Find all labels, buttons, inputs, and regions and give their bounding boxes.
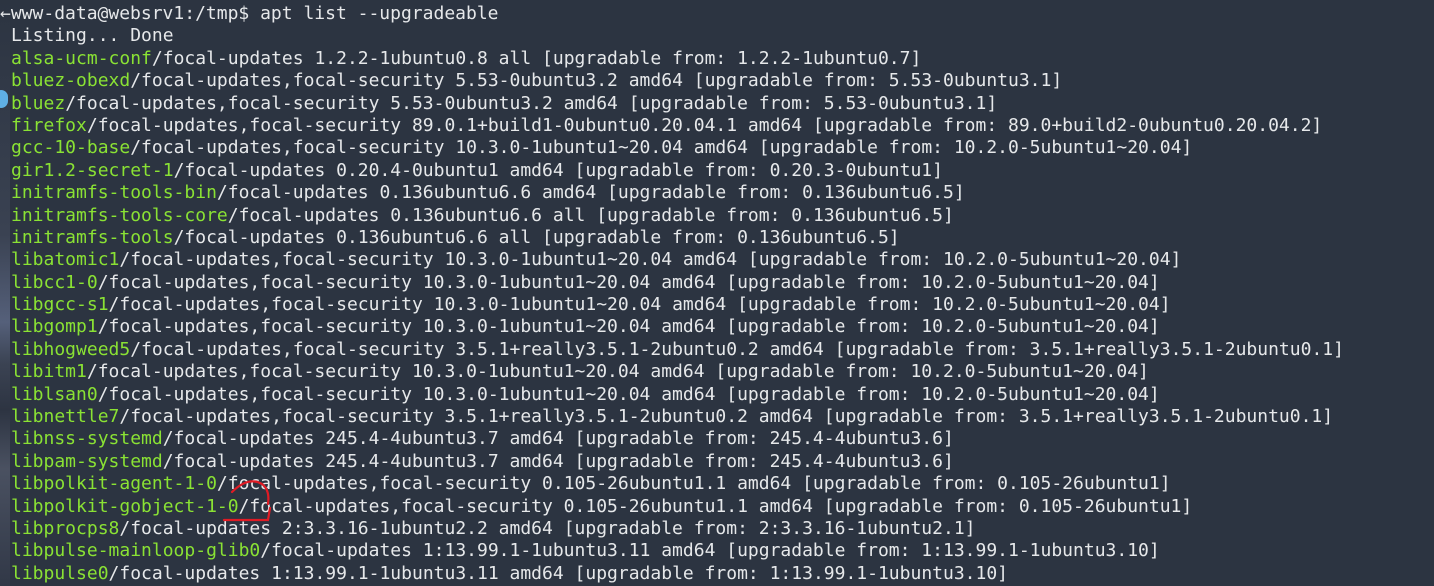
package-name: libpam-systemd [11, 450, 163, 472]
package-line: gcc-10-base/focal-updates,focal-security… [11, 137, 1434, 159]
package-name: libatomic1 [11, 249, 120, 271]
package-details: /focal-updates,focal-security 10.3.0-1ub… [97, 316, 1160, 338]
package-name: libprocps8 [11, 517, 120, 539]
arrow-icon: ← [0, 3, 11, 24]
terminal-window[interactable]: ←www-data@websrv1:/tmp$ apt list --upgra… [0, 0, 1434, 586]
package-details: /focal-updates 1:13.99.1-1ubuntu3.11 amd… [108, 562, 1009, 584]
package-name: libpolkit-gobject-1-0 [11, 495, 239, 517]
package-name: libhogweed5 [11, 338, 131, 360]
package-name: liblsan0 [11, 383, 98, 405]
package-details: /focal-updates 0.136ubuntu6.6 all [upgra… [227, 204, 954, 226]
package-details: /focal-updates 1:13.99.1-1ubuntu3.11 amd… [260, 540, 1160, 562]
package-name: firefox [11, 114, 87, 136]
package-name: initramfs-tools-core [11, 204, 228, 226]
package-details: /focal-updates 245.4-4ubuntu3.7 amd64 [u… [162, 450, 954, 472]
package-details: /focal-updates,focal-security 10.3.0-1ub… [97, 383, 1160, 405]
package-line: libpolkit-agent-1-0/focal-updates,focal-… [11, 473, 1434, 495]
package-name: gir1.2-secret-1 [11, 159, 174, 181]
package-line: initramfs-tools/focal-updates 0.136ubunt… [11, 227, 1434, 249]
package-line: libnss-systemd/focal-updates 245.4-4ubun… [11, 428, 1434, 450]
package-details: /focal-updates,focal-security 5.53-0ubun… [65, 92, 998, 114]
package-line: libnettle7/focal-updates,focal-security … [11, 406, 1434, 428]
package-line: libpolkit-gobject-1-0/focal-updates,foca… [11, 496, 1434, 518]
package-details: /focal-updates 0.136ubuntu6.6 amd64 [upg… [216, 182, 965, 204]
package-line: firefox/focal-updates,focal-security 89.… [11, 115, 1434, 137]
package-name: libgcc-s1 [11, 294, 109, 316]
package-line: libhogweed5/focal-updates,focal-security… [11, 339, 1434, 361]
package-name: libgomp1 [11, 316, 98, 338]
package-line: libprocps8/focal-updates 2:3.3.16-1ubunt… [11, 518, 1434, 540]
package-name: libpolkit-agent-1-0 [11, 473, 217, 495]
left-edge-strip [0, 0, 10, 586]
package-line: bluez-obexd/focal-updates,focal-security… [11, 70, 1434, 92]
package-details: /focal-updates,focal-security 5.53-0ubun… [130, 70, 1063, 92]
package-details: /focal-updates,focal-security 89.0.1+bui… [86, 114, 1323, 136]
app-icon-partial [0, 90, 8, 108]
package-details: /focal-updates,focal-security 10.3.0-1ub… [130, 137, 1193, 159]
package-line: liblsan0/focal-updates,focal-security 10… [11, 384, 1434, 406]
package-line: libpulse-mainloop-glib0/focal-updates 1:… [11, 540, 1434, 562]
package-name: libpulse0 [11, 562, 109, 584]
package-details: /focal-updates,focal-security 0.105-26ub… [238, 495, 1193, 517]
package-line: initramfs-tools-core/focal-updates 0.136… [11, 205, 1434, 227]
package-line: libgcc-s1/focal-updates,focal-security 1… [11, 294, 1434, 316]
package-line: libitm1/focal-updates,focal-security 10.… [11, 361, 1434, 383]
package-details: /focal-updates,focal-security 10.3.0-1ub… [119, 249, 1182, 271]
package-name: bluez-obexd [11, 70, 131, 92]
prompt-line: ←www-data@websrv1:/tmp$ apt list --upgra… [0, 3, 1423, 25]
package-name: initramfs-tools-bin [11, 182, 217, 204]
package-details: /focal-updates 0.136ubuntu6.6 all [upgra… [173, 226, 900, 248]
package-details: /focal-updates,focal-security 10.3.0-1ub… [86, 361, 1149, 383]
package-line: gir1.2-secret-1/focal-updates 0.20.4-0ub… [11, 160, 1434, 182]
package-name: libitm1 [11, 361, 87, 383]
status-line: Listing... Done [11, 25, 174, 47]
package-line: alsa-ucm-conf/focal-updates 1.2.2-1ubunt… [11, 48, 1434, 70]
command-text: www-data@websrv1:/tmp$ apt list --upgrad… [10, 3, 499, 24]
package-details: /focal-updates,focal-security 0.105-26ub… [216, 473, 1171, 495]
package-name: libcc1-0 [11, 271, 98, 293]
package-name: gcc-10-base [11, 137, 131, 159]
package-details: /focal-updates,focal-security 10.3.0-1ub… [108, 294, 1171, 316]
package-line: libcc1-0/focal-updates,focal-security 10… [11, 272, 1434, 294]
package-line: libatomic1/focal-updates,focal-security … [11, 249, 1434, 271]
package-name: alsa-ucm-conf [11, 47, 152, 69]
package-name: libnss-systemd [11, 428, 163, 450]
package-line: libgomp1/focal-updates,focal-security 10… [11, 316, 1434, 338]
package-details: /focal-updates 245.4-4ubuntu3.7 amd64 [u… [162, 428, 954, 450]
package-details: /focal-updates,focal-security 10.3.0-1ub… [97, 271, 1160, 293]
package-line: libpulse0/focal-updates 1:13.99.1-1ubunt… [11, 563, 1434, 585]
package-line: initramfs-tools-bin/focal-updates 0.136u… [11, 182, 1434, 204]
package-details: /focal-updates,focal-security 3.5.1+real… [130, 338, 1344, 360]
package-name: initramfs-tools [11, 226, 174, 248]
package-name: libnettle7 [11, 406, 120, 428]
package-details: /focal-updates 2:3.3.16-1ubuntu2.2 amd64… [119, 517, 976, 539]
package-name: bluez [11, 92, 66, 114]
package-line: bluez/focal-updates,focal-security 5.53-… [11, 93, 1434, 115]
terminal-output: ←www-data@websrv1:/tmp$ apt list --upgra… [0, 3, 1434, 585]
package-details: /focal-updates,focal-security 3.5.1+real… [119, 406, 1334, 428]
package-details: /focal-updates 0.20.4-0ubuntu1 amd64 [up… [173, 159, 943, 181]
package-line: libpam-systemd/focal-updates 245.4-4ubun… [11, 451, 1434, 473]
package-name: libpulse-mainloop-glib0 [11, 540, 261, 562]
package-details: /focal-updates 1.2.2-1ubuntu0.8 all [upg… [151, 47, 922, 69]
